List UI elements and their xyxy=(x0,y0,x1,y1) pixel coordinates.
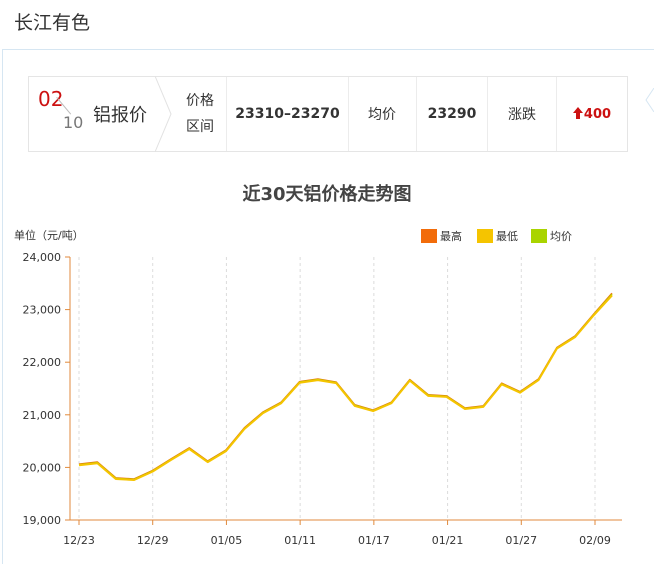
series-line-avg xyxy=(78,293,613,481)
x-tick-label: 12/23 xyxy=(63,534,95,547)
series-line-high xyxy=(78,292,613,480)
x-tick-label: 01/05 xyxy=(211,534,243,547)
price-line-chart: 19,000 20,000 21,000 22,000 23,000 24,000 12/2… xyxy=(23,251,622,547)
x-tick-label: 12/29 xyxy=(137,534,169,547)
x-tick-label: 02/09 xyxy=(579,534,611,547)
y-tick-label: 21,000 xyxy=(23,409,62,422)
series-line-low xyxy=(78,294,613,481)
y-tick-label: 19,000 xyxy=(23,514,62,527)
y-tick-label: 20,000 xyxy=(23,461,62,474)
y-tick-label: 22,000 xyxy=(23,356,62,369)
x-tick-label: 01/17 xyxy=(358,534,390,547)
x-tick-label: 01/21 xyxy=(432,534,464,547)
x-tick-label: 01/27 xyxy=(505,534,537,547)
y-tick-label: 24,000 xyxy=(23,251,62,264)
x-tick-label: 01/11 xyxy=(284,534,316,547)
y-tick-label: 23,000 xyxy=(23,304,62,317)
